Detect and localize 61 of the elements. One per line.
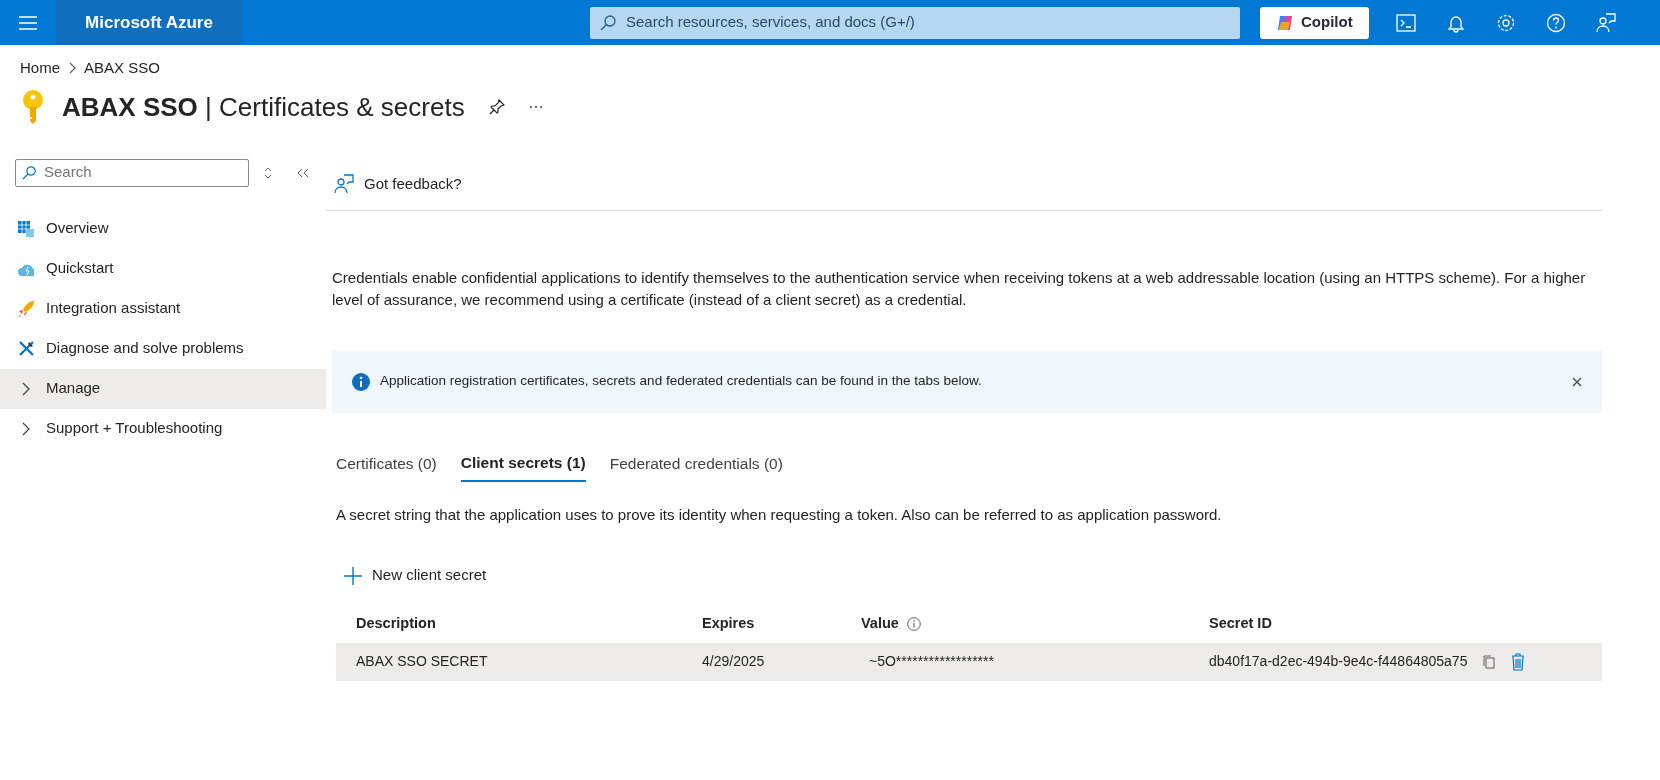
- info-icon: [352, 372, 370, 391]
- search-icon: [22, 165, 36, 180]
- column-header: Value: [861, 613, 899, 633]
- sidebar-item[interactable]: Integration assistant: [0, 288, 326, 329]
- copilot-button[interactable]: Copilot: [1260, 6, 1369, 39]
- person-feedback-icon: [334, 174, 354, 194]
- tab[interactable]: Certificates (0): [336, 444, 437, 482]
- sidebar-item[interactable]: Support + Troubleshooting: [0, 408, 326, 449]
- breadcrumb-link[interactable]: Home: [20, 57, 60, 80]
- new-client-secret-button[interactable]: New client secret: [344, 564, 487, 587]
- rocket-icon: [18, 300, 34, 317]
- collapse-button[interactable]: [297, 167, 309, 178]
- sidebar-item[interactable]: Overview: [0, 208, 326, 249]
- breadcrumb-link[interactable]: ABAX SSO: [84, 57, 160, 80]
- column-header: Description: [356, 613, 436, 633]
- page-title: ABAX SSO | Certificates & secrets: [62, 90, 465, 124]
- pin-icon: [488, 99, 505, 115]
- close-icon: [1572, 376, 1582, 387]
- info-icon: [906, 616, 921, 631]
- more-button[interactable]: [528, 105, 543, 109]
- sidebar-search-field[interactable]: Search: [15, 158, 249, 187]
- trash-icon: [1511, 652, 1526, 671]
- search-input[interactable]: Search resources, services, and docs (G+/): [624, 10, 1240, 35]
- tab[interactable]: Client secrets (1): [460, 444, 586, 482]
- help-icon: [1545, 12, 1566, 33]
- tab-description: A secret string that the application uses to prove its identity when requesting a token. Also can be referred to as application password.: [336, 504, 1223, 525]
- table-cell-text: 4/29/2025: [702, 652, 765, 672]
- chevron-right-icon: [68, 62, 76, 75]
- copilot-logo-icon: [1276, 13, 1294, 32]
- double-chevron-left-icon: [297, 167, 309, 178]
- search-icon: [600, 14, 616, 31]
- menu-icon: [19, 15, 37, 30]
- plus-icon: [344, 566, 362, 585]
- tab[interactable]: Federated credentials (0): [609, 444, 783, 482]
- column-header: Expires: [702, 613, 755, 633]
- key-icon: [20, 89, 46, 125]
- pin-button[interactable]: [488, 99, 505, 115]
- grid-icon: [18, 220, 34, 237]
- terminal-icon: [1395, 12, 1416, 33]
- info-text: Application registration certificates, secrets and federated credentials can be found in the tabs below.: [380, 372, 983, 391]
- copy-icon: [1483, 654, 1496, 669]
- feedback-button[interactable]: Got feedback?: [334, 172, 462, 196]
- person-feedback-icon: [1595, 12, 1616, 33]
- delete-button[interactable]: [1511, 652, 1526, 671]
- intro-text: Credentials enable confidential applications to identify themselves to the authentication service when receiving tokens at a web addressable location (using an HTTPS scheme). For a higher level of assurance, we recommend using a certificate (instead of a client secret) as a credential.: [331, 267, 1587, 310]
- more-icon: [528, 105, 543, 109]
- table-cell-text: ~5O******************: [868, 652, 994, 672]
- sidebar-item[interactable]: Diagnose and solve problems: [0, 328, 326, 369]
- up-down-icon: [264, 166, 272, 179]
- brand-link[interactable]: Microsoft Azure: [56, 0, 242, 45]
- column-header: Secret ID: [1209, 613, 1272, 633]
- search-field[interactable]: Search resources, services, and docs (G+/): [590, 6, 1240, 39]
- table-cell-text: db40f17a-d2ec-494b-9e4c-f44864805a75: [1209, 652, 1468, 672]
- settings-icon: [1495, 12, 1516, 33]
- tools-icon: [18, 340, 34, 357]
- copy-button[interactable]: [1483, 654, 1496, 669]
- expand-toggle-button[interactable]: [264, 166, 272, 179]
- sidebar-item[interactable]: Quickstart: [0, 248, 326, 289]
- close-button[interactable]: [1572, 376, 1582, 387]
- sidebar-item[interactable]: Manage: [0, 368, 326, 409]
- table-cell-text: ABAX SSO SECRET: [356, 652, 488, 672]
